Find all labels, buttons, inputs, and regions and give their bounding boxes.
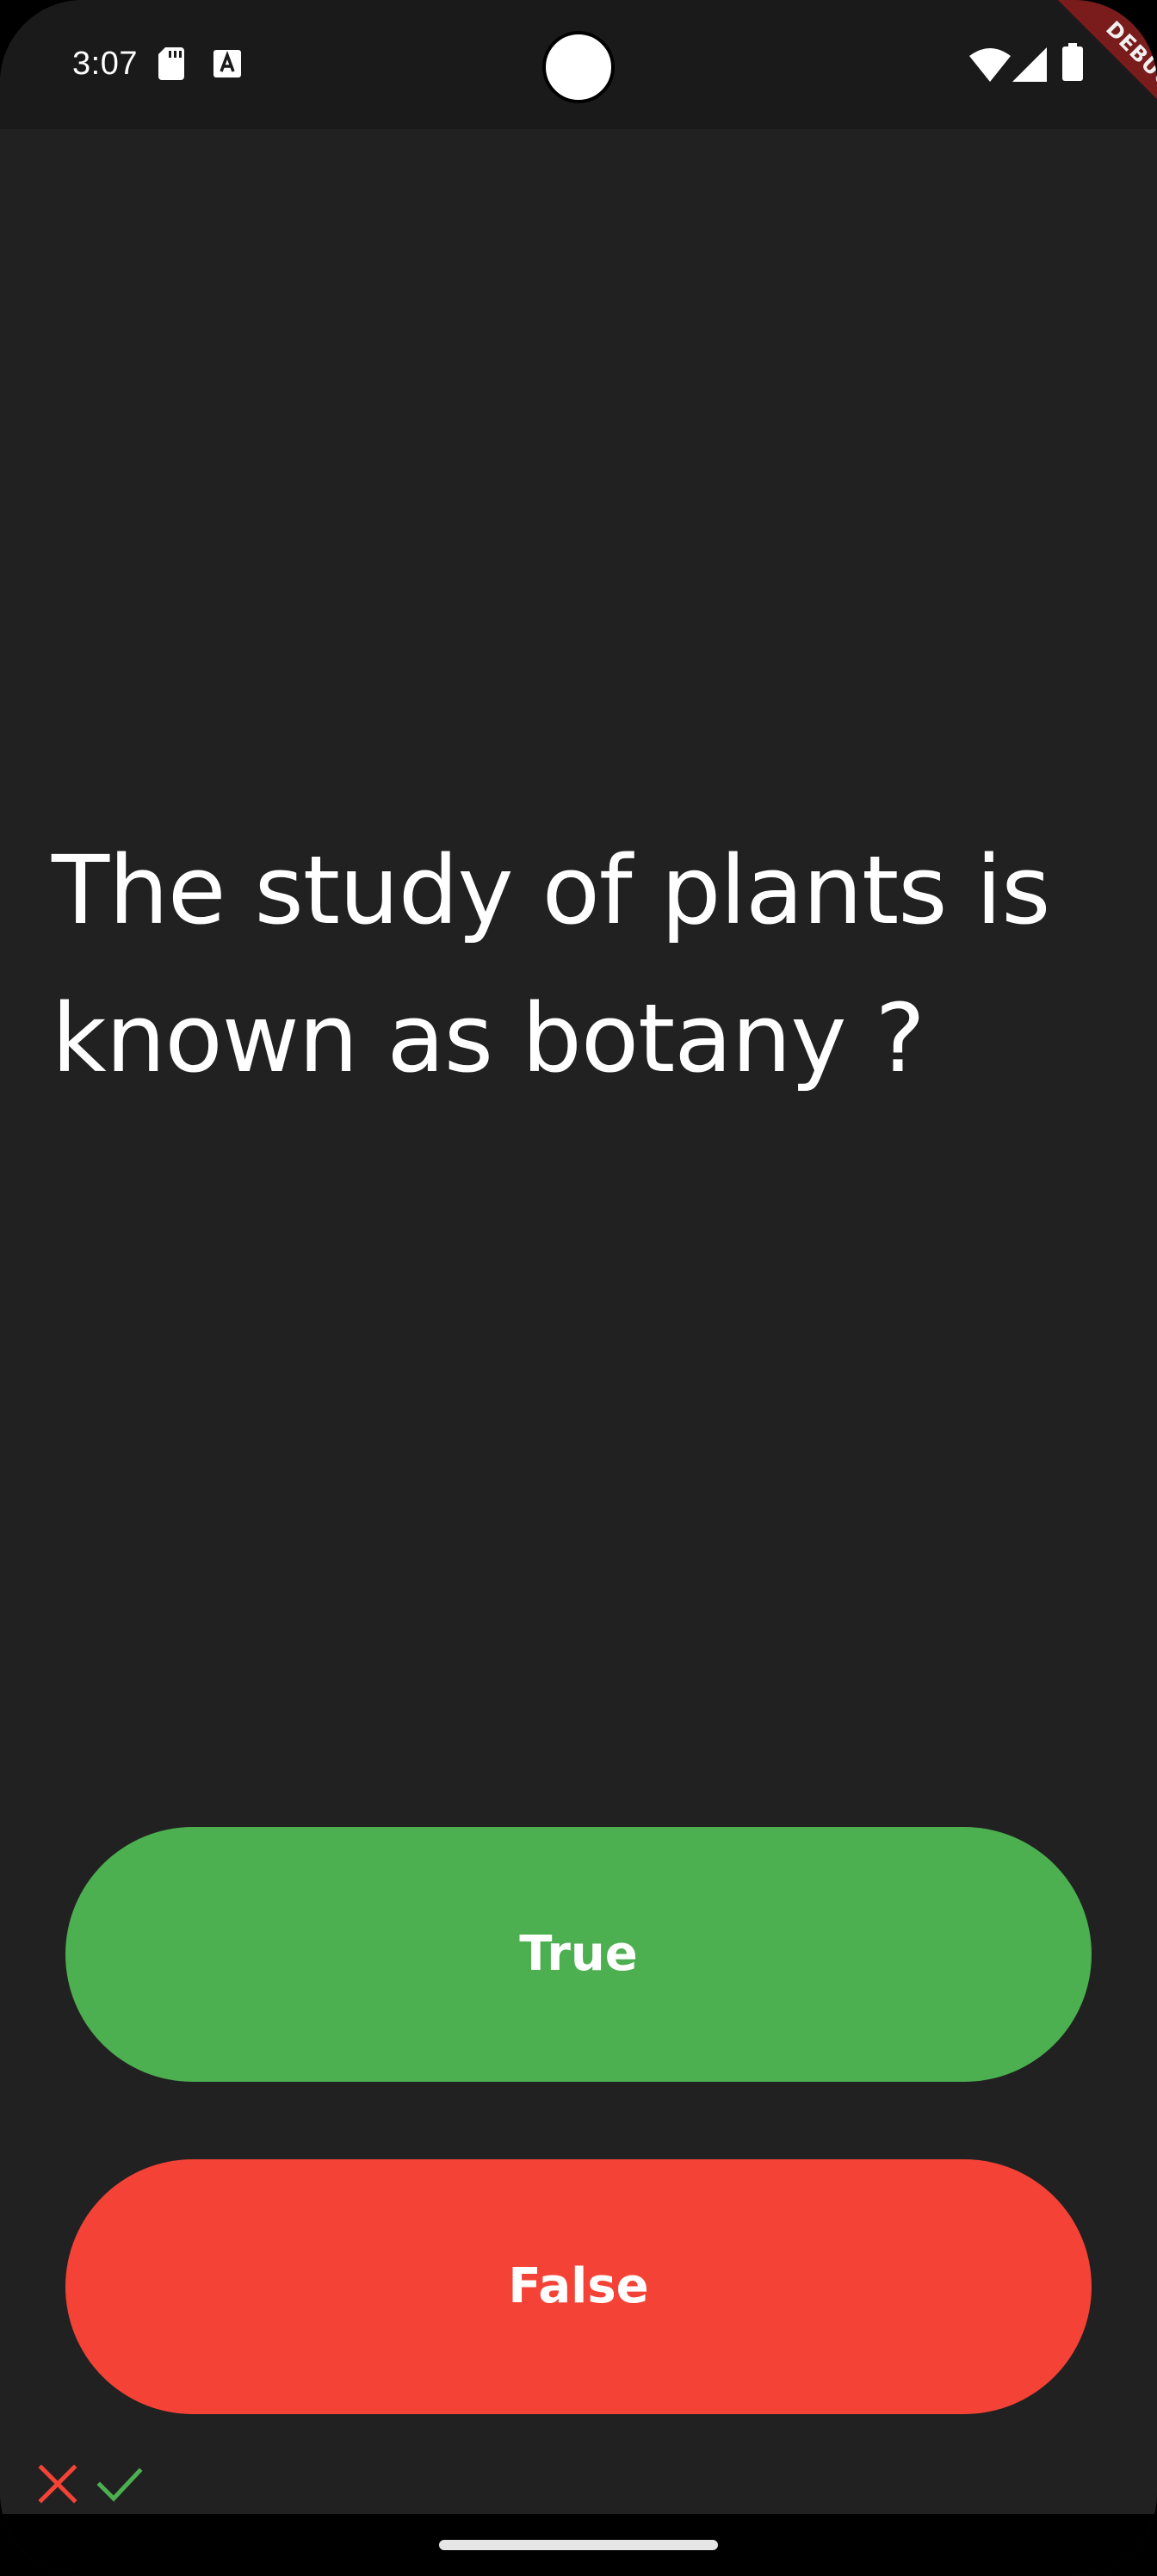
debug-label: DEBUG bbox=[1035, 0, 1157, 160]
true-button[interactable]: True bbox=[65, 1827, 1092, 2082]
question-text: The study of plants is known as botany ? bbox=[52, 835, 1050, 1093]
status-time: 3:07 bbox=[72, 46, 138, 82]
front-camera-cutout bbox=[542, 31, 615, 103]
a-notification-icon bbox=[213, 50, 241, 77]
check-icon bbox=[96, 2468, 143, 2502]
false-button[interactable]: False bbox=[65, 2159, 1092, 2414]
status-bar: 3:07 bbox=[0, 0, 1157, 129]
debug-banner: DEBUG bbox=[985, 0, 1157, 172]
close-icon bbox=[38, 2464, 77, 2504]
score-keeper bbox=[34, 2461, 143, 2507]
home-indicator[interactable] bbox=[439, 2540, 718, 2550]
sd-card-icon bbox=[158, 47, 184, 80]
app-screen: 3:07 DEBUG The study of plants is known … bbox=[0, 0, 1157, 2576]
